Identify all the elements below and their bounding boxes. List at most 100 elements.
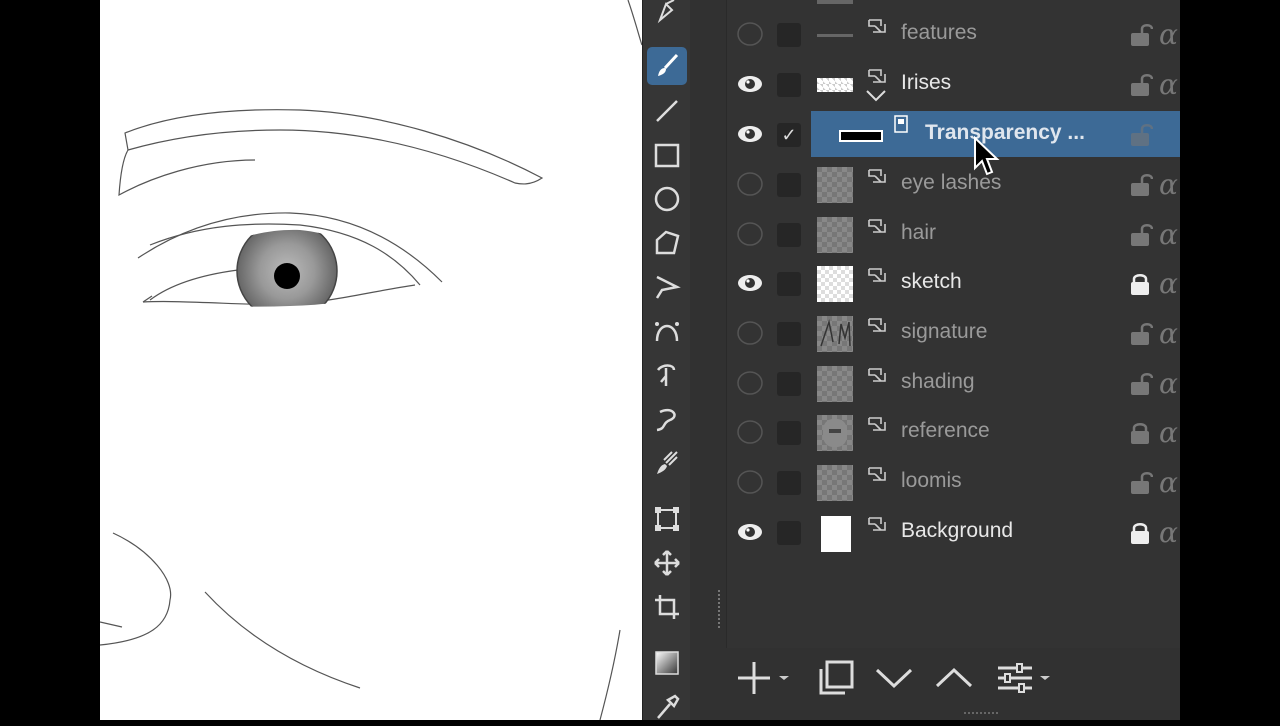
move-layer-down-button[interactable] — [872, 658, 916, 698]
visibility-eye-icon[interactable] — [737, 270, 763, 296]
color-picker-tool[interactable] — [647, 688, 687, 726]
layer-name[interactable]: sketch — [901, 270, 962, 294]
layer-row-transparency[interactable]: ✓ Transparency ... — [727, 110, 1180, 159]
layer-name[interactable]: Background — [901, 519, 1013, 543]
unlock-icon[interactable] — [1127, 172, 1154, 198]
layer-row-eye-lashes[interactable]: eye lashes α — [727, 160, 1180, 209]
panel-splitter[interactable] — [690, 0, 726, 720]
layer-row-features[interactable]: features α — [727, 10, 1180, 59]
partial-layer-thumbnail — [817, 0, 853, 4]
transform-tool[interactable] — [647, 500, 687, 538]
unlock-icon[interactable] — [1127, 321, 1154, 347]
alpha-lock-icon[interactable]: α — [1159, 18, 1178, 51]
lock-icon[interactable] — [1127, 271, 1153, 297]
visibility-eye-icon[interactable] — [737, 121, 763, 147]
gradient-tool[interactable] — [647, 644, 687, 682]
layer-row-irises[interactable]: Irises α — [727, 60, 1180, 109]
drawing-canvas[interactable] — [100, 0, 642, 720]
unlock-icon[interactable] — [1127, 470, 1154, 496]
ellipse-tool[interactable] — [647, 180, 687, 218]
visibility-hidden-icon[interactable] — [737, 221, 763, 247]
layer-row-shading[interactable]: shading α — [727, 359, 1180, 408]
layer-name[interactable]: loomis — [901, 469, 962, 493]
resize-grip[interactable] — [964, 712, 998, 718]
alpha-lock-icon[interactable]: α — [1159, 68, 1178, 101]
move-layer-up-button[interactable] — [932, 658, 976, 698]
polyline-tool[interactable] — [647, 268, 687, 306]
layer-name[interactable]: features — [901, 21, 977, 45]
visibility-hidden-icon[interactable] — [737, 320, 763, 346]
mouse-cursor-icon — [974, 136, 1000, 176]
lock-icon[interactable] — [1127, 420, 1153, 446]
alpha-lock-icon[interactable]: α — [1159, 168, 1178, 201]
polygon-tool[interactable] — [647, 224, 687, 262]
layer-name[interactable]: hair — [901, 221, 936, 245]
move-tool[interactable] — [647, 544, 687, 582]
lock-icon[interactable] — [1127, 520, 1153, 546]
visibility-eye-icon[interactable] — [737, 71, 763, 97]
visibility-hidden-icon[interactable] — [737, 469, 763, 495]
layer-row-sketch[interactable]: sketch α — [727, 259, 1180, 308]
bezier-curve-tool[interactable] — [647, 312, 687, 350]
layer-row-background[interactable]: Background α — [727, 508, 1180, 557]
line-tool[interactable] — [647, 92, 687, 130]
dynamic-brush-tool[interactable] — [647, 400, 687, 438]
unlock-icon[interactable] — [1127, 122, 1154, 148]
alpha-lock-icon[interactable]: α — [1159, 218, 1178, 251]
layer-checkbox[interactable] — [777, 322, 801, 346]
unlock-icon[interactable] — [1127, 371, 1154, 397]
layer-checkbox[interactable] — [777, 223, 801, 247]
add-layer-button[interactable] — [734, 658, 794, 698]
layer-name[interactable]: Transparency ... — [925, 121, 1085, 145]
sliders-icon — [998, 663, 1032, 693]
alpha-lock-icon[interactable]: α — [1159, 367, 1178, 400]
layer-name[interactable]: shading — [901, 370, 975, 394]
unlock-icon[interactable] — [1127, 222, 1154, 248]
layer-row-reference[interactable]: reference α — [727, 408, 1180, 457]
alpha-lock-icon[interactable]: α — [1159, 516, 1178, 549]
duplicate-layer-button[interactable] — [814, 658, 858, 698]
unlock-icon[interactable] — [1127, 22, 1154, 48]
visibility-hidden-icon[interactable] — [737, 419, 763, 445]
crop-tool[interactable] — [647, 588, 687, 626]
layer-row-hair[interactable]: hair α — [727, 210, 1180, 259]
visibility-hidden-icon[interactable] — [737, 21, 763, 47]
layer-checkbox[interactable] — [777, 73, 801, 97]
visibility-hidden-icon[interactable] — [737, 171, 763, 197]
layer-checkbox[interactable] — [777, 173, 801, 197]
polygon-tool-icon — [655, 230, 680, 255]
paint-layer-icon — [867, 218, 887, 238]
layer-row-loomis[interactable]: loomis α — [727, 458, 1180, 507]
rectangle-tool[interactable] — [647, 136, 687, 174]
layer-name[interactable]: signature — [901, 320, 987, 344]
layer-row-signature[interactable]: signature α — [727, 309, 1180, 358]
splitter-grip[interactable] — [718, 590, 724, 628]
layer-checkbox[interactable] — [777, 23, 801, 47]
layer-checkbox[interactable] — [777, 372, 801, 396]
alpha-lock-icon[interactable]: α — [1159, 466, 1178, 499]
multibrush-tool[interactable] — [647, 444, 687, 482]
layer-checkbox[interactable] — [777, 521, 801, 545]
layer-checkbox[interactable]: ✓ — [777, 123, 801, 147]
alpha-lock-icon[interactable]: α — [1159, 416, 1178, 449]
layer-name[interactable]: Irises — [901, 71, 951, 95]
calligraphy-pen-tool[interactable] — [647, 0, 687, 30]
layer-checkbox[interactable] — [777, 471, 801, 495]
visibility-eye-icon[interactable] — [737, 519, 763, 545]
layer-thumbnail — [817, 217, 853, 253]
visibility-hidden-icon[interactable] — [737, 370, 763, 396]
layer-name[interactable]: reference — [901, 419, 990, 443]
freehand-brush-tool[interactable] — [647, 47, 687, 85]
alpha-lock-icon[interactable]: α — [1159, 317, 1178, 350]
rectangle-tool-icon — [654, 143, 680, 168]
layer-thumbnail — [817, 465, 853, 501]
unlock-icon[interactable] — [1127, 72, 1154, 98]
layer-checkbox[interactable] — [777, 421, 801, 445]
layer-properties-button[interactable] — [990, 658, 1060, 698]
alpha-lock-icon[interactable]: α — [1159, 267, 1178, 300]
freehand-brush-icon — [658, 53, 679, 76]
layer-checkbox[interactable] — [777, 272, 801, 296]
expand-chevron-icon[interactable] — [865, 88, 887, 104]
layers-docker: features α Irises α ✓ Transparency ... eye las… — [726, 0, 1180, 720]
freehand-path-tool[interactable] — [647, 356, 687, 394]
